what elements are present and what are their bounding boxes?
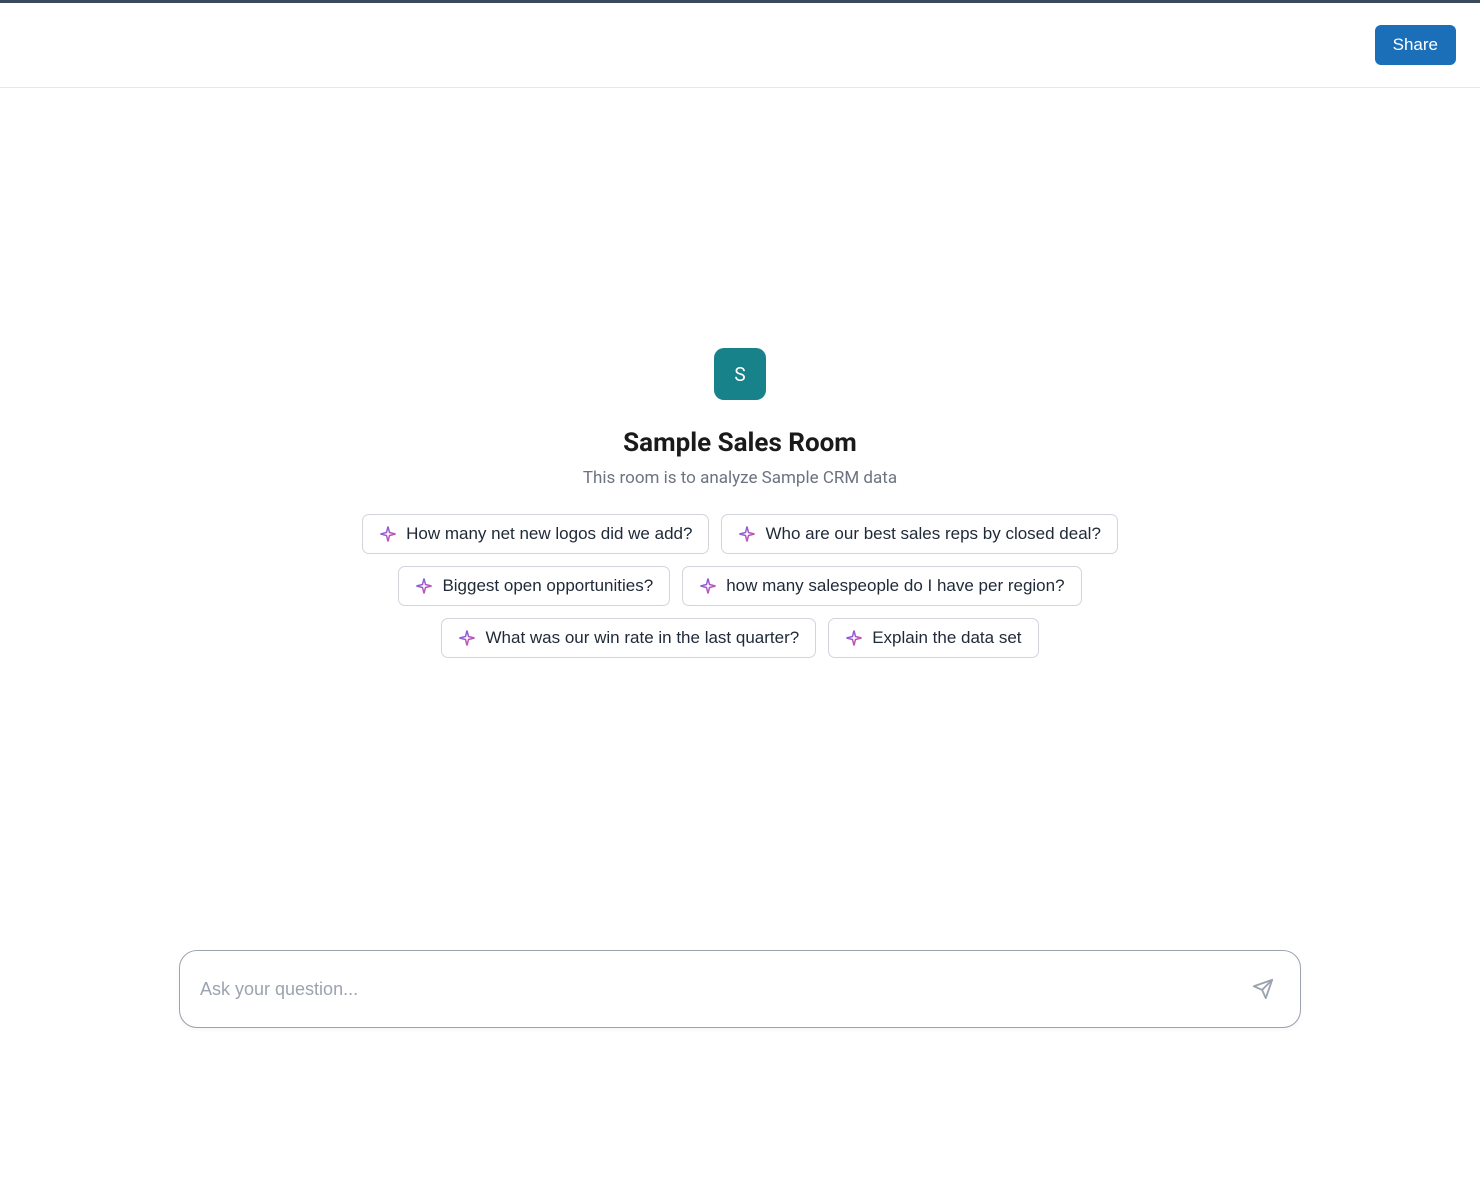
question-input[interactable]	[200, 979, 1246, 1000]
suggestion-chip[interactable]: Explain the data set	[828, 618, 1038, 658]
sparkle-icon	[845, 629, 863, 647]
suggestions-container: How many net new logos did we add? Who a…	[340, 514, 1140, 658]
sparkle-icon	[415, 577, 433, 595]
suggestion-chip[interactable]: Biggest open opportunities?	[398, 566, 670, 606]
share-button[interactable]: Share	[1375, 25, 1456, 65]
main-content: S Sample Sales Room This room is to anal…	[0, 88, 1480, 658]
sparkle-icon	[458, 629, 476, 647]
suggestion-label: How many net new logos did we add?	[406, 524, 692, 544]
suggestion-chip[interactable]: how many salespeople do I have per regio…	[682, 566, 1081, 606]
sparkle-icon	[738, 525, 756, 543]
suggestion-label: What was our win rate in the last quarte…	[485, 628, 799, 648]
room-description: This room is to analyze Sample CRM data	[583, 468, 897, 488]
sparkle-icon	[699, 577, 717, 595]
send-icon	[1252, 978, 1274, 1000]
room-avatar: S	[714, 348, 766, 400]
suggestion-label: how many salespeople do I have per regio…	[726, 576, 1064, 596]
suggestion-chip[interactable]: Who are our best sales reps by closed de…	[721, 514, 1117, 554]
suggestion-label: Biggest open opportunities?	[442, 576, 653, 596]
sparkle-icon	[379, 525, 397, 543]
suggestion-chip[interactable]: What was our win rate in the last quarte…	[441, 618, 816, 658]
room-title: Sample Sales Room	[623, 428, 857, 458]
suggestion-label: Who are our best sales reps by closed de…	[765, 524, 1100, 544]
send-button[interactable]	[1246, 972, 1280, 1006]
header: Share	[0, 3, 1480, 88]
input-container	[179, 950, 1301, 1028]
suggestion-label: Explain the data set	[872, 628, 1021, 648]
suggestion-chip[interactable]: How many net new logos did we add?	[362, 514, 709, 554]
